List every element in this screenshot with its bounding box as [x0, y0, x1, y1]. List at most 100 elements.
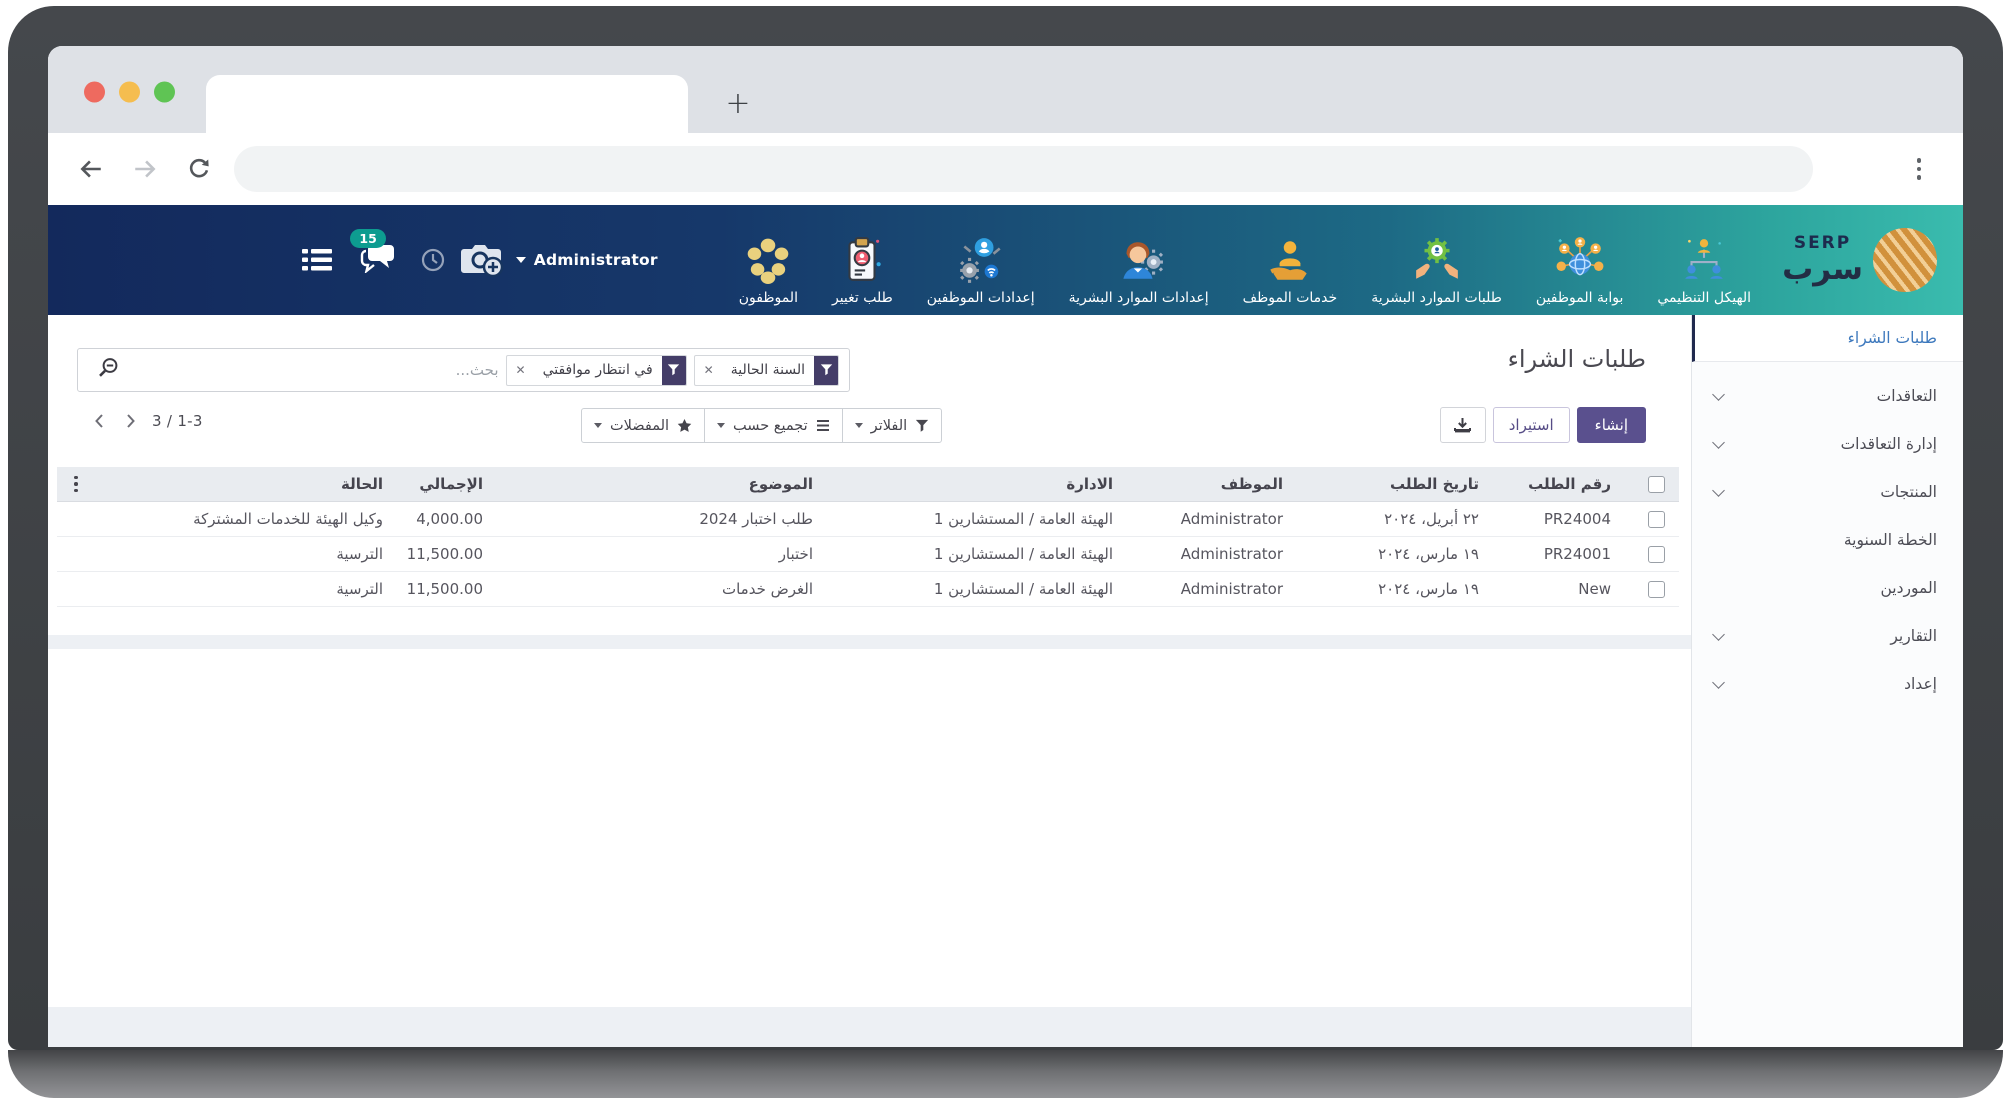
- reload-icon[interactable]: [186, 156, 212, 182]
- content-gap: [48, 635, 1691, 649]
- address-bar[interactable]: [234, 146, 1813, 192]
- nav-item-employee-services[interactable]: خدمات الموظف: [1226, 205, 1355, 315]
- app-navbar: SERP سرب الهيكل التنظيمي: [48, 205, 1963, 315]
- navbar-user-area: 15 Administrator: [92, 205, 658, 315]
- pager-prev-icon[interactable]: [88, 411, 110, 431]
- filters-dropdown[interactable]: الفلاتر: [842, 408, 942, 443]
- logo-title-ar: سرب: [1782, 254, 1863, 285]
- nav-item-change-request[interactable]: طلب تغيير: [815, 205, 910, 315]
- records-table: رقم الطلب تاريخ الطلب الموظف الادارة الم…: [57, 467, 1679, 607]
- messages-button[interactable]: 15: [358, 243, 396, 277]
- browser-tab[interactable]: [206, 75, 688, 133]
- employee-services-icon: [1263, 235, 1317, 285]
- remove-facet-icon[interactable]: ✕: [507, 363, 534, 377]
- browser-window: + SERP سرب: [48, 46, 1963, 1047]
- nav-item-employee-portal[interactable]: بوابة الموظفين: [1519, 205, 1640, 315]
- cell-request-number: PR24001: [1493, 537, 1625, 572]
- device-mockup: + SERP سرب: [0, 0, 2011, 1111]
- nav-item-label: طلب تغيير: [832, 290, 893, 306]
- group-by-icon: [816, 419, 830, 432]
- maximize-window-icon[interactable]: [154, 82, 175, 103]
- sidebar-item-reports[interactable]: التقارير: [1692, 612, 1963, 660]
- employees-icon: [741, 235, 795, 285]
- row-checkbox[interactable]: [1648, 546, 1665, 563]
- pager-range: 3 / 1-3: [152, 412, 203, 430]
- browser-menu-icon[interactable]: [1909, 158, 1929, 180]
- col-header-request-date[interactable]: تاريخ الطلب: [1297, 467, 1493, 502]
- employee-settings-icon: [954, 235, 1008, 285]
- search-input[interactable]: [124, 361, 499, 379]
- row-checkbox[interactable]: [1648, 581, 1665, 598]
- back-icon[interactable]: [78, 156, 104, 182]
- app-logo[interactable]: SERP سرب: [1768, 205, 1963, 315]
- import-button[interactable]: استيراد: [1493, 407, 1570, 443]
- nav-item-label: الموظفون: [739, 290, 798, 306]
- caret-down-icon: [717, 423, 725, 428]
- cell-status: الترسية: [97, 537, 397, 572]
- nav-item-employee-settings[interactable]: إعدادات الموظفين: [910, 205, 1052, 315]
- search-facet-awaiting-my-approval[interactable]: في انتظار موافقتي ✕: [506, 355, 687, 386]
- sidebar-item-contract-management[interactable]: إدارة التعاقدات: [1692, 420, 1963, 468]
- favorites-dropdown[interactable]: المفضلات: [581, 408, 705, 443]
- sidebar-item-settings[interactable]: إعداد: [1692, 660, 1963, 708]
- cell-department: الهيئة العامة / المستشارين 1: [827, 502, 1127, 537]
- table-row[interactable]: New ١٩ مارس، ٢٠٢٤ Administrator الهيئة ا…: [57, 572, 1679, 607]
- nav-item-hr-settings[interactable]: إعدادات الموارد البشرية: [1052, 205, 1226, 315]
- sidebar-item-contracts[interactable]: التعاقدات: [1692, 372, 1963, 420]
- search-options-icon[interactable]: [88, 356, 124, 384]
- cell-total: 11,500.00: [397, 572, 497, 607]
- sidebar-item-vendors[interactable]: الموردين: [1692, 564, 1963, 612]
- cell-employee: Administrator: [1127, 537, 1297, 572]
- new-tab-button[interactable]: +: [716, 81, 760, 125]
- camera-add-icon[interactable]: [460, 241, 506, 279]
- col-header-department[interactable]: الادارة: [827, 467, 1127, 502]
- nav-item-org-structure[interactable]: الهيكل التنظيمي: [1640, 205, 1768, 315]
- list-menu-icon[interactable]: [302, 247, 332, 273]
- col-header-request-number[interactable]: رقم الطلب: [1493, 467, 1625, 502]
- table-header-row: رقم الطلب تاريخ الطلب الموظف الادارة الم…: [57, 467, 1679, 502]
- col-header-subject[interactable]: الموضوع: [497, 467, 827, 502]
- col-header-total[interactable]: الإجمالي: [397, 467, 497, 502]
- browser-tabstrip: +: [48, 46, 1963, 133]
- search-facet-current-year[interactable]: السنة الحالية ✕: [694, 355, 839, 386]
- sidebar-item-products[interactable]: المنتجات: [1692, 468, 1963, 516]
- cell-subject: اختبار: [497, 537, 827, 572]
- window-controls: [84, 82, 175, 103]
- nav-item-hr-requests[interactable]: طلبات الموارد البشرية: [1354, 205, 1519, 315]
- table-row[interactable]: PR24004 ٢٢ أبريل، ٢٠٢٤ Administrator اله…: [57, 502, 1679, 537]
- activity-clock-icon[interactable]: [420, 247, 446, 273]
- nav-item-employees[interactable]: الموظفون: [722, 205, 815, 315]
- remove-facet-icon[interactable]: ✕: [695, 363, 722, 377]
- create-button[interactable]: إنشاء: [1577, 407, 1646, 443]
- optional-columns-icon[interactable]: [69, 476, 83, 493]
- page-title: طلبات الشراء: [1508, 345, 1646, 373]
- filter-funnel-icon: [662, 355, 686, 386]
- pager-next-icon[interactable]: [120, 411, 142, 431]
- chevron-down-icon: [516, 257, 526, 263]
- forward-icon[interactable]: [132, 156, 158, 182]
- action-buttons: إنشاء استيراد: [1440, 407, 1646, 443]
- cell-status: الترسية: [97, 572, 397, 607]
- sidebar-item-annual-plan[interactable]: الخطة السنوية: [1692, 516, 1963, 564]
- cell-total: 11,500.00: [397, 537, 497, 572]
- row-checkbox[interactable]: [1648, 511, 1665, 528]
- change-request-icon: [835, 235, 889, 285]
- close-window-icon[interactable]: [84, 82, 105, 103]
- cell-employee: Administrator: [1127, 502, 1297, 537]
- control-panel: طلبات الشراء السنة الحالية ✕: [48, 315, 1691, 461]
- table-row[interactable]: PR24001 ١٩ مارس، ٢٠٢٤ Administrator الهي…: [57, 537, 1679, 572]
- user-name: Administrator: [534, 251, 658, 269]
- notifications-badge: 15: [350, 229, 385, 248]
- hr-settings-icon: [1112, 235, 1166, 285]
- group-by-dropdown[interactable]: تجميع حسب: [704, 408, 843, 443]
- search-bar[interactable]: السنة الحالية ✕ في انتظار موافقتي ✕: [77, 348, 850, 392]
- cell-department: الهيئة العامة / المستشارين 1: [827, 537, 1127, 572]
- col-header-status[interactable]: الحالة: [97, 467, 397, 502]
- select-all-checkbox[interactable]: [1648, 476, 1665, 493]
- sidebar-item-purchase-requests[interactable]: طلبات الشراء: [1692, 315, 1963, 362]
- export-button[interactable]: [1440, 407, 1486, 443]
- user-menu[interactable]: Administrator: [516, 251, 658, 269]
- content-area: طلبات الشراء السنة الحالية ✕: [48, 315, 1691, 1047]
- minimize-window-icon[interactable]: [119, 82, 140, 103]
- col-header-employee[interactable]: الموظف: [1127, 467, 1297, 502]
